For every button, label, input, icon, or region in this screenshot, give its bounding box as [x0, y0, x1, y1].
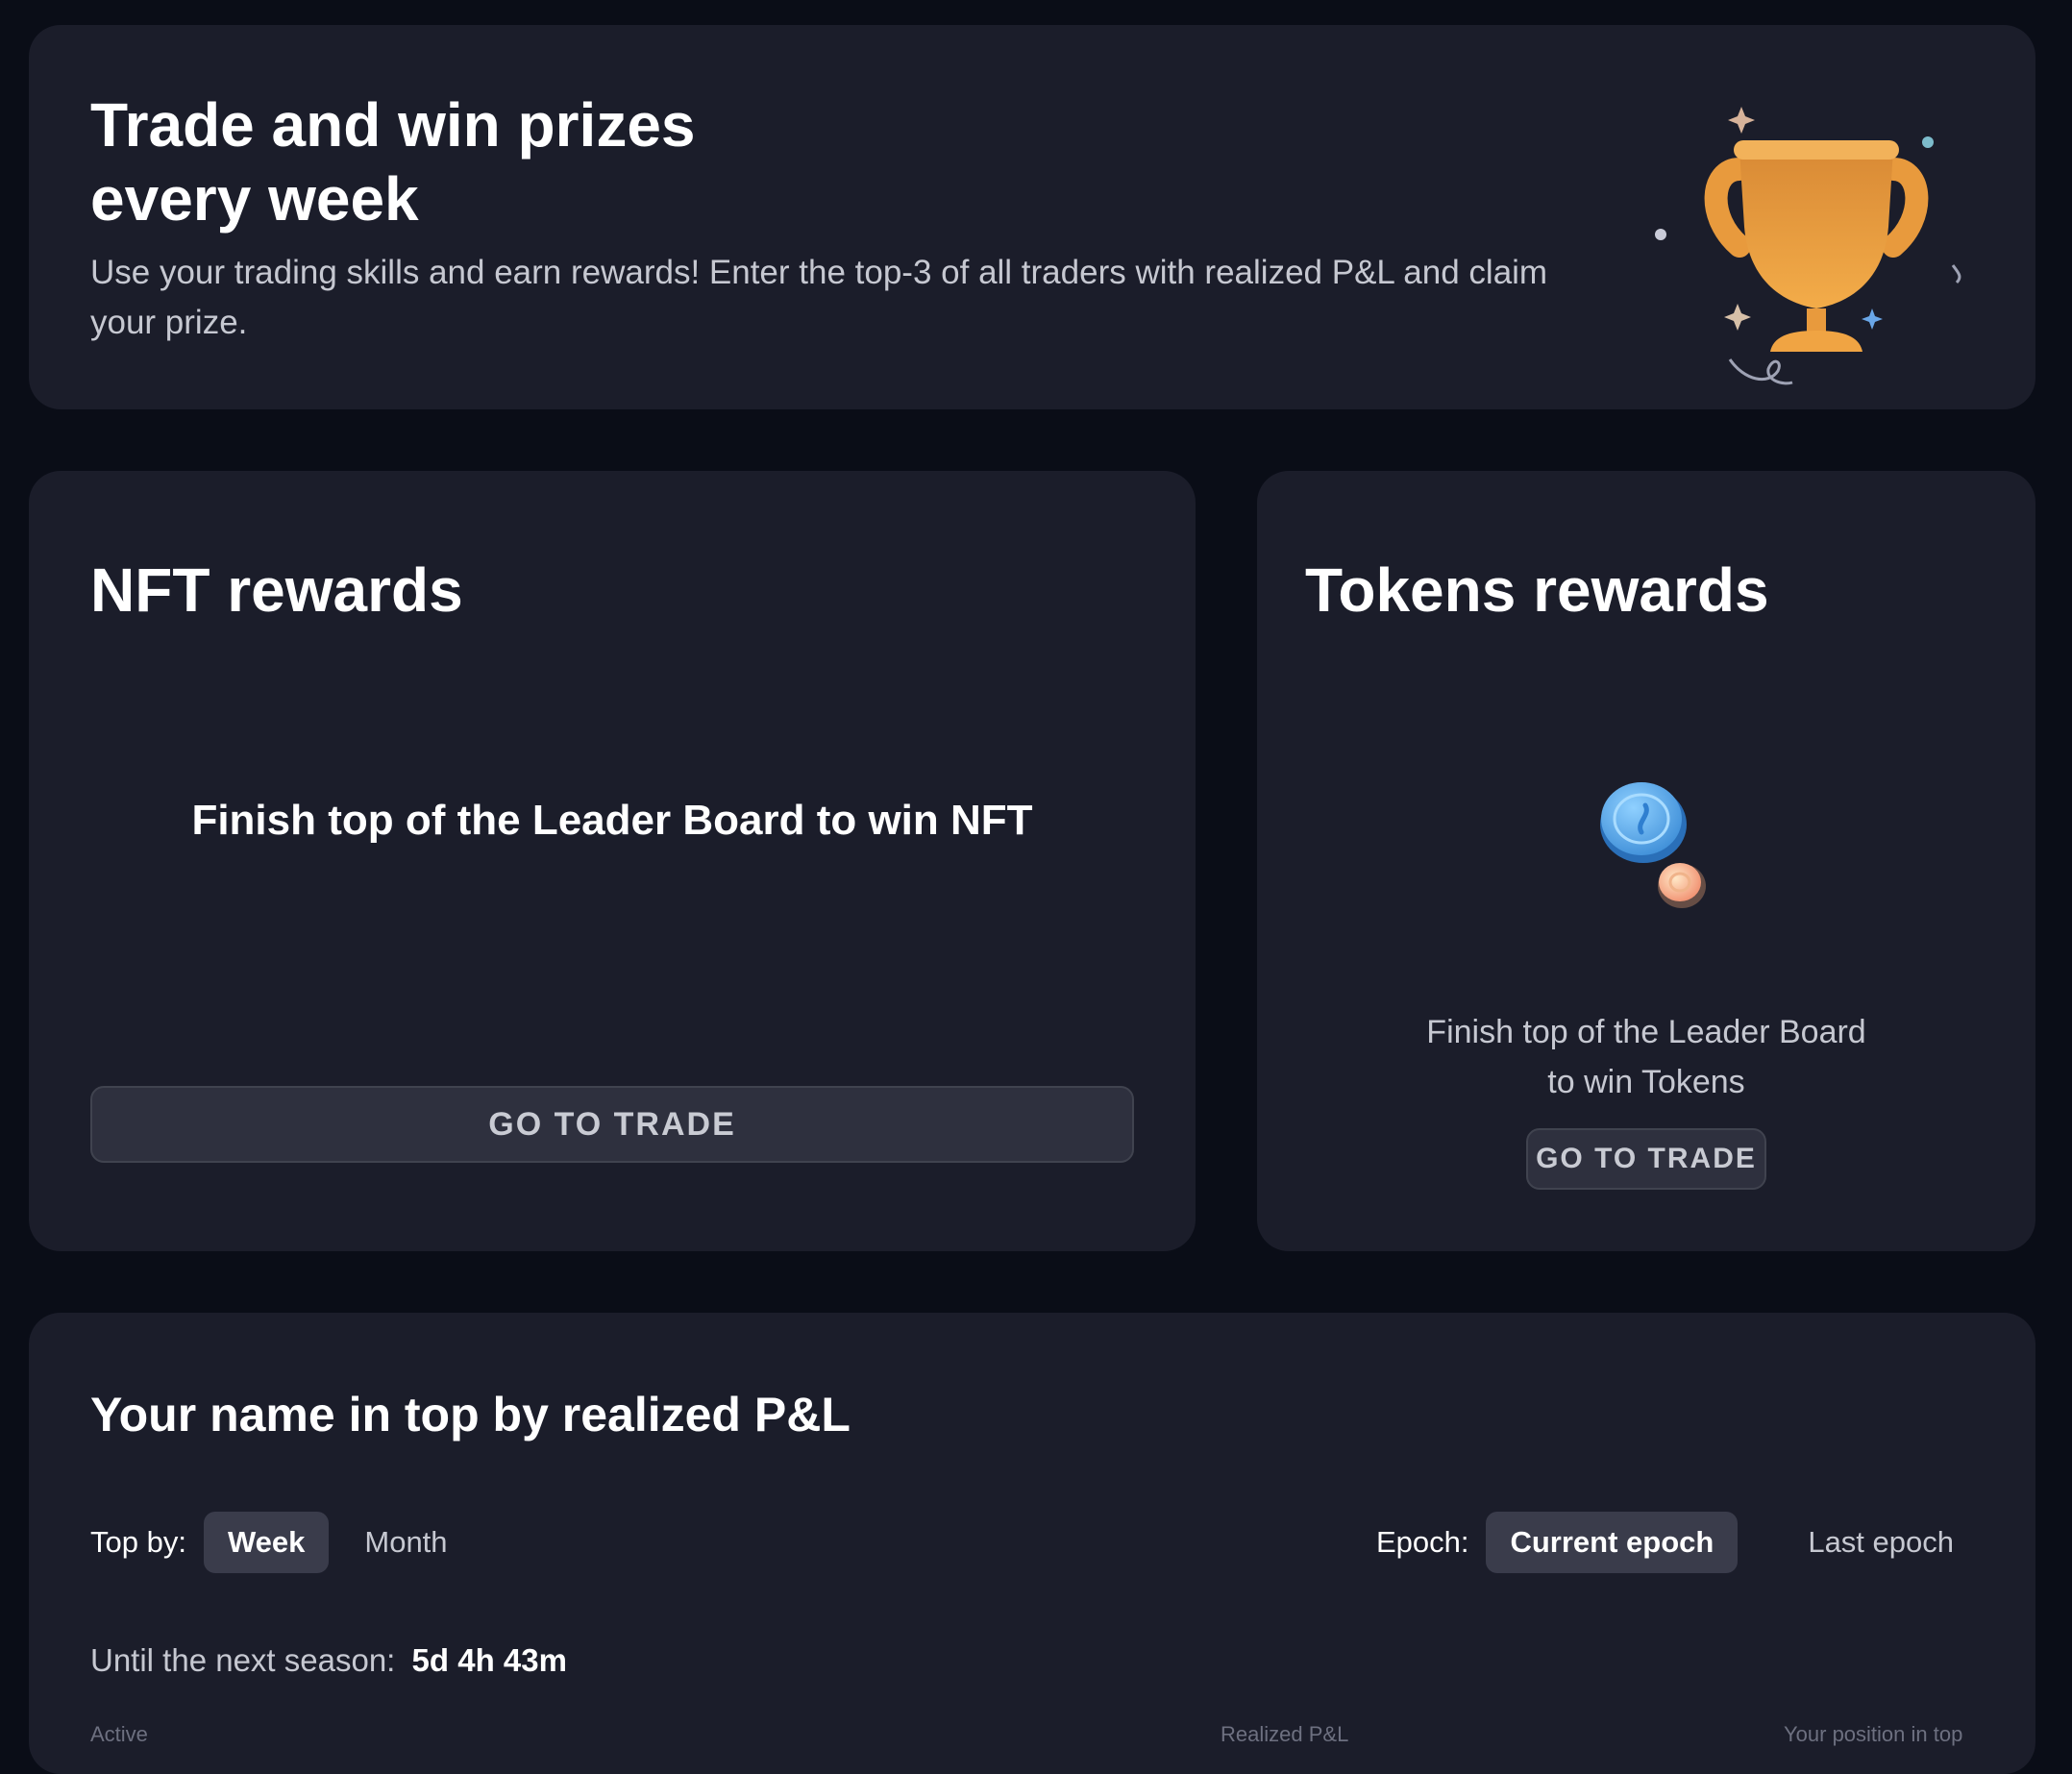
- top-by-month-tab[interactable]: Month: [340, 1512, 471, 1573]
- epoch-filter: Epoch: Current epoch Last epoch: [1376, 1511, 1978, 1574]
- tokens-rewards-card: Tokens rewards Finish top of the Leader …: [1257, 471, 2035, 1251]
- hero-description: Use your trading skills and earn rewards…: [90, 254, 1548, 341]
- nft-rewards-title: NFT rewards: [90, 555, 463, 625]
- leaderboard-card: Your name in top by realized P&L Top by:…: [29, 1313, 2035, 1774]
- nft-rewards-message: Finish top of the Leader Board to win NF…: [191, 797, 1033, 844]
- current-epoch-tab[interactable]: Current epoch: [1486, 1512, 1739, 1573]
- leaderboard-title: Your name in top by realized P&L: [90, 1388, 851, 1441]
- trophy-icon: [1655, 107, 1961, 385]
- coins-icon: [1600, 782, 1706, 908]
- column-header-position: Your position in top: [1784, 1722, 1963, 1746]
- tokens-rewards-title: Tokens rewards: [1305, 555, 1769, 625]
- season-countdown: Until the next season: 5d 4h 43m: [90, 1638, 567, 1684]
- hero-title-line2: every week: [90, 164, 419, 234]
- hero-title: Trade and win prizes every week: [90, 88, 1147, 236]
- nft-rewards-card: NFT rewards Finish top of the Leader Boa…: [29, 471, 1196, 1251]
- nft-go-to-trade-button[interactable]: GO TO TRADE: [90, 1086, 1134, 1163]
- hero-title-line1: Trade and win prizes: [90, 90, 696, 160]
- epoch-label: Epoch:: [1375, 1525, 1469, 1559]
- season-label: Until the next season:: [90, 1642, 396, 1678]
- last-epoch-tab[interactable]: Last epoch: [1784, 1512, 1978, 1573]
- column-header-active: Active: [90, 1722, 148, 1746]
- top-by-week-tab[interactable]: Week: [203, 1512, 330, 1573]
- tokens-message-line1: Finish top of the Leader Board: [1426, 1014, 1866, 1050]
- tokens-go-to-trade-button[interactable]: GO TO TRADE: [1526, 1128, 1766, 1190]
- hero-banner: Trade and win prizes every week Use your…: [29, 25, 2035, 409]
- column-header-realized-pnl: Realized P&L: [1221, 1722, 1349, 1746]
- tokens-rewards-message: Finish top of the Leader Board to win To…: [1257, 1007, 2035, 1107]
- season-value: 5d 4h 43m: [411, 1642, 567, 1678]
- top-by-label: Top by:: [90, 1525, 186, 1559]
- tokens-message-line2: to win Tokens: [1547, 1064, 1745, 1100]
- top-by-filter: Top by: Week Month: [90, 1511, 483, 1574]
